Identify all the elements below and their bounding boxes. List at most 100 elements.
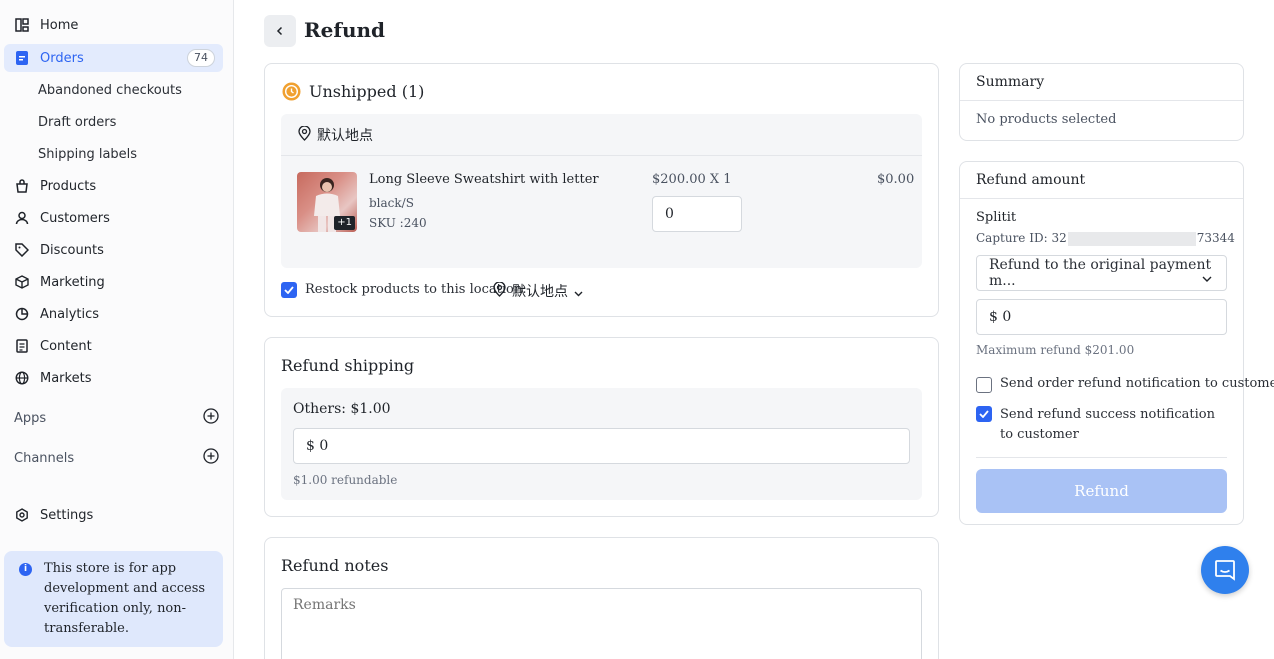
sidebar-item-shipping-labels[interactable]: Shipping labels (4, 140, 223, 168)
person-icon (14, 210, 30, 226)
chat-button[interactable] (1201, 546, 1249, 594)
checkmark-icon (284, 286, 294, 294)
refund-amount-card: Refund amount Splitit Capture ID: 32 7334… (959, 161, 1274, 525)
channels-section: Channels (14, 448, 219, 468)
sidebar-item-home[interactable]: Home (4, 11, 223, 39)
refund-button[interactable]: Refund (976, 469, 1227, 513)
capture-id-suffix: 73344 (1196, 231, 1235, 245)
capture-id-prefix: Capture ID: 32 (976, 231, 1067, 245)
sidebar-item-label: Products (40, 178, 97, 194)
add-channel-icon[interactable] (203, 448, 219, 468)
location-group: 默认地点 +1 Long Sleeve Sweatshirt with lett… (281, 114, 922, 268)
location-pin-icon (298, 125, 311, 145)
orders-icon (14, 50, 30, 66)
refund-notes-textarea[interactable] (281, 588, 922, 659)
sidebar-item-label: Content (40, 338, 92, 354)
divider (960, 198, 1243, 199)
store-notice: i This store is for app development and … (4, 551, 223, 647)
document-icon (14, 338, 30, 354)
sidebar-item-content[interactable]: Content (4, 332, 223, 360)
refund-method-select[interactable]: Refund to the original payment m... (976, 255, 1227, 291)
sidebar-item-customers[interactable]: Customers (4, 204, 223, 232)
info-icon: i (19, 563, 32, 576)
refund-quantity-input[interactable]: 0 (652, 196, 742, 232)
product-line-total: $0.00 (877, 172, 915, 187)
refund-amount-input[interactable]: $ 0 (976, 299, 1227, 335)
back-button[interactable] (264, 15, 296, 47)
sidebar-item-discounts[interactable]: Discounts (4, 236, 223, 264)
divider (960, 100, 1243, 101)
product-variant: black/S (369, 196, 414, 210)
payment-provider: Splitit (976, 210, 1017, 225)
add-app-icon[interactable] (203, 408, 219, 428)
refund-shipping-title: Refund shipping (281, 356, 415, 375)
refund-shipping-card: Refund shipping Others: $1.00 $ 0 $1.00 … (264, 337, 939, 517)
product-image[interactable]: +1 (297, 172, 357, 232)
sidebar-item-settings[interactable]: Settings (4, 501, 223, 529)
sidebar-item-label: Customers (40, 210, 110, 226)
sidebar-item-draft-orders[interactable]: Draft orders (4, 108, 223, 136)
product-price-quantity: $200.00 X 1 (652, 172, 732, 187)
refund-amount-title: Refund amount (976, 172, 1086, 188)
restock-location-dropdown[interactable]: 默认地点 (493, 280, 583, 301)
orders-count-badge: 74 (187, 49, 215, 67)
sidebar-item-products[interactable]: Products (4, 172, 223, 200)
location-name: 默认地点 (317, 128, 373, 144)
sidebar-item-label: Shipping labels (38, 146, 138, 162)
summary-title: Summary (976, 74, 1045, 90)
capture-id-redacted (1067, 231, 1196, 246)
restock-checkbox[interactable] (281, 282, 297, 298)
refund-success-notification-checkbox[interactable] (976, 406, 992, 422)
refund-success-notification-label: Send refund success notification to cust… (1000, 407, 1215, 442)
sidebar-item-analytics[interactable]: Analytics (4, 300, 223, 328)
refund-notes-title: Refund notes (281, 556, 389, 575)
apps-label: Apps (14, 410, 47, 426)
sidebar-item-label: Settings (40, 507, 94, 523)
clock-status-icon (282, 82, 301, 105)
capture-id: Capture ID: 32 73344 (976, 231, 1235, 246)
sidebar-item-label: Draft orders (38, 114, 117, 130)
globe-icon (14, 370, 30, 386)
more-images-badge: +1 (334, 216, 355, 230)
sidebar-item-label: Markets (40, 370, 92, 386)
unshipped-card: Unshipped (1) 默认地点 +1 Long Sleeve Sweats… (264, 63, 939, 317)
gear-icon (14, 507, 30, 523)
pie-chart-icon (14, 306, 30, 322)
sidebar-item-label: Abandoned checkouts (38, 82, 182, 98)
product-name: Long Sleeve Sweatshirt with letter (369, 172, 599, 187)
sidebar-item-label: Home (40, 17, 79, 33)
order-refund-notification-label: Send order refund notification to custom… (1000, 376, 1274, 391)
sidebar: Home Orders 74 Abandoned checkouts Draft… (0, 0, 234, 659)
tag-icon (14, 242, 30, 258)
summary-empty-text: No products selected (976, 112, 1117, 127)
summary-card: Summary No products selected (959, 63, 1244, 141)
sidebar-item-label: Discounts (40, 242, 104, 258)
chevron-down-icon (574, 282, 583, 301)
shipping-others: Others: $1.00 (293, 401, 391, 417)
sidebar-item-abandoned-checkouts[interactable]: Abandoned checkouts (4, 76, 223, 104)
checkmark-icon (979, 410, 989, 418)
order-refund-notification-checkbox[interactable] (976, 377, 992, 393)
refund-notes-card: Refund notes (264, 537, 939, 659)
unshipped-title: Unshipped (1) (309, 82, 425, 101)
sidebar-item-marketing[interactable]: Marketing (4, 268, 223, 296)
sidebar-item-label: Orders (40, 50, 84, 66)
shipping-refundable: $1.00 refundable (293, 473, 398, 487)
divider (281, 155, 922, 156)
store-notice-text: This store is for app development and ac… (44, 561, 206, 636)
divider (976, 457, 1227, 458)
maximum-refund: Maximum refund $201.00 (976, 343, 1135, 357)
refund-method-value: Refund to the original payment m... (989, 257, 1212, 289)
shipping-group: Others: $1.00 $ 0 $1.00 refundable (281, 388, 922, 500)
chat-icon (1215, 560, 1235, 581)
page-title: Refund (304, 18, 386, 42)
sidebar-item-label: Marketing (40, 274, 105, 290)
channels-label: Channels (14, 450, 75, 466)
location-pin-icon (493, 280, 506, 301)
bag-icon (14, 178, 30, 194)
sidebar-item-markets[interactable]: Markets (4, 364, 223, 392)
shipping-refund-input[interactable]: $ 0 (293, 428, 910, 464)
home-icon (14, 17, 30, 33)
sidebar-item-orders[interactable]: Orders 74 (4, 44, 223, 72)
chevron-left-icon (276, 26, 283, 36)
